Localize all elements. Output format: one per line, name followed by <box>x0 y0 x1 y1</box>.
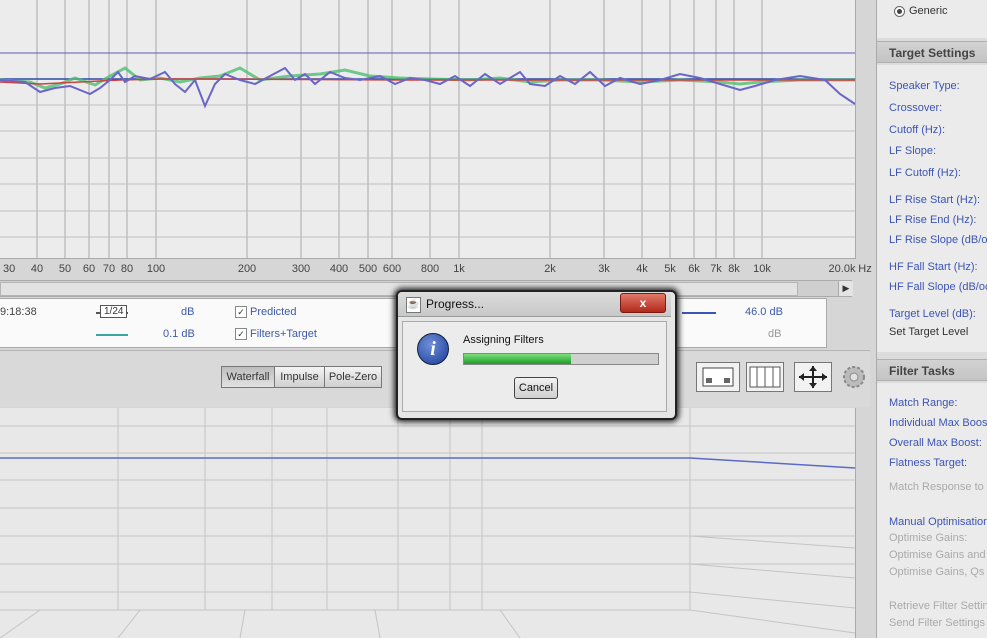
target-setting-item: LF Rise Slope (dB/oc <box>889 234 987 246</box>
x-tick-label: 60 <box>82 263 96 275</box>
target-setting-item: LF Slope: <box>889 145 937 157</box>
target-setting-item: Cutoff (Hz): <box>889 124 946 136</box>
x-tick-label: 40 <box>30 263 44 275</box>
x-tick-label: 20.0k <box>828 263 856 275</box>
x-tick-label: Hz <box>858 263 872 275</box>
filter-task-item[interactable]: Manual Optimisation <box>889 516 987 528</box>
x-tick-label: 70 <box>102 263 116 275</box>
zoom-fit-button[interactable] <box>794 362 832 392</box>
predicted-checkbox[interactable]: ✓ <box>235 306 247 318</box>
filter-task-item[interactable]: Overall Max Boost: <box>889 437 982 449</box>
tab-waterfall[interactable]: Waterfall <box>221 366 275 388</box>
target-setting-item: HF Fall Slope (dB/oct <box>889 281 987 293</box>
target-setting-item: LF Cutoff (Hz): <box>889 167 961 179</box>
filters-target-checkbox[interactable]: ✓ <box>235 328 247 340</box>
filter-task-item[interactable]: Optimise Gains: <box>889 532 967 544</box>
x-tick-label: 300 <box>291 263 311 275</box>
x-tick-label: 600 <box>382 263 402 275</box>
filter-task-item[interactable]: Match Range: <box>889 397 957 409</box>
x-tick-label: 4k <box>636 263 648 275</box>
progress-fill <box>464 354 571 364</box>
tab-impulse[interactable]: Impulse <box>274 366 325 388</box>
legend-db-label-2: dB <box>768 328 782 340</box>
graph-view-toggle[interactable] <box>696 362 740 392</box>
progress-message: Assigning Filters <box>463 334 544 346</box>
speaker-type-section: Generic <box>877 0 987 38</box>
target-setting-item: LF Rise Start (Hz): <box>889 194 981 206</box>
graph-canvas <box>0 0 855 258</box>
close-button[interactable]: x <box>620 293 666 313</box>
filter-task-item[interactable]: Optimise Gains and <box>889 549 986 561</box>
target-setting-item: Speaker Type: <box>889 80 960 92</box>
x-tick-label: 6k <box>688 263 700 275</box>
tab-pole-zero[interactable]: Pole-Zero <box>324 366 382 388</box>
dialog-title: Progress... <box>426 297 485 311</box>
grid-view-toggle[interactable] <box>746 362 784 392</box>
gear-icon[interactable] <box>842 365 866 389</box>
x-tick-label: 1k <box>453 263 465 275</box>
filter-task-item[interactable]: Match Response to <box>889 481 984 493</box>
target-setting-item: Crossover: <box>889 102 943 114</box>
columns-icon <box>749 366 781 388</box>
right-settings-panel: Generic Target Settings Speaker Type: Cro… <box>876 0 987 638</box>
legend-time: 9:18:38 <box>0 306 37 318</box>
x-tick-label: 30 <box>3 263 16 275</box>
filter-task-item[interactable]: Send Filter Settings t <box>889 617 987 629</box>
filter-task-item[interactable]: Flatness Target: <box>889 457 967 469</box>
target-setting-item: LF Rise End (Hz): <box>889 214 977 226</box>
legend-db-value: 0.1 dB <box>163 328 195 340</box>
legend-swatch-teal <box>96 334 128 336</box>
measured-trace-blue <box>0 66 855 109</box>
scroll-right-arrow-icon[interactable]: ▶ <box>838 281 853 296</box>
x-tick-label: 50 <box>58 263 72 275</box>
dialog-title-bar[interactable]: ☕ Progress... x <box>398 292 671 317</box>
octave-smoothing[interactable]: 1/24 <box>100 305 128 318</box>
target-setting-item: HF Fall Start (Hz): <box>889 261 978 273</box>
target-setting-item[interactable]: Set Target Level <box>889 326 968 338</box>
x-tick-label: 200 <box>237 263 257 275</box>
x-tick-label: 7k <box>710 263 722 275</box>
legend-db-label: dB <box>181 306 195 318</box>
target-level-value: 46.0 dB <box>745 306 783 318</box>
target-setting-item: Target Level (dB): <box>889 308 976 320</box>
x-tick-label: 500 <box>358 263 378 275</box>
predicted-label: Predicted <box>250 306 297 318</box>
target-settings-header[interactable]: Target Settings <box>877 41 987 63</box>
x-tick-label: 8k <box>728 263 740 275</box>
waterfall-graph[interactable] <box>0 408 856 638</box>
java-icon: ☕ <box>406 297 421 313</box>
x-tick-label: 10k <box>753 263 771 275</box>
dialog-content: i Assigning Filters Cancel <box>402 321 667 412</box>
filter-task-item[interactable]: Retrieve Filter Setting <box>889 600 987 612</box>
x-tick-label: 5k <box>664 263 676 275</box>
frequency-response-graph[interactable] <box>0 0 856 259</box>
graph-view-icon <box>702 367 734 387</box>
generic-radio[interactable] <box>894 6 905 17</box>
progress-dialog: ☕ Progress... x i Assigning Filters Canc… <box>396 290 677 420</box>
x-tick-label: 80 <box>120 263 134 275</box>
progress-bar <box>463 353 659 365</box>
cancel-button[interactable]: Cancel <box>514 377 558 399</box>
x-tick-label: 2k <box>544 263 556 275</box>
x-tick-label: 3k <box>598 263 610 275</box>
x-tick-label: 400 <box>329 263 349 275</box>
generic-label: Generic <box>909 5 948 17</box>
app-window: 30 40 50 60 70 80 100 200 300 400 500 600 800 1k 2k 3k 4… <box>0 0 987 638</box>
arrows-expand-icon <box>799 366 827 388</box>
filter-task-item[interactable]: Individual Max Boost <box>889 417 987 429</box>
x-tick-label: 100 <box>146 263 166 275</box>
filter-task-item[interactable]: Optimise Gains, Qs a <box>889 566 987 578</box>
waterfall-canvas <box>0 408 856 638</box>
x-tick-label: 800 <box>420 263 440 275</box>
info-icon: i <box>417 333 449 365</box>
filter-tasks-header[interactable]: Filter Tasks <box>877 359 987 381</box>
filters-target-label: Filters+Target <box>250 328 317 340</box>
legend-swatch-blue <box>682 312 716 314</box>
